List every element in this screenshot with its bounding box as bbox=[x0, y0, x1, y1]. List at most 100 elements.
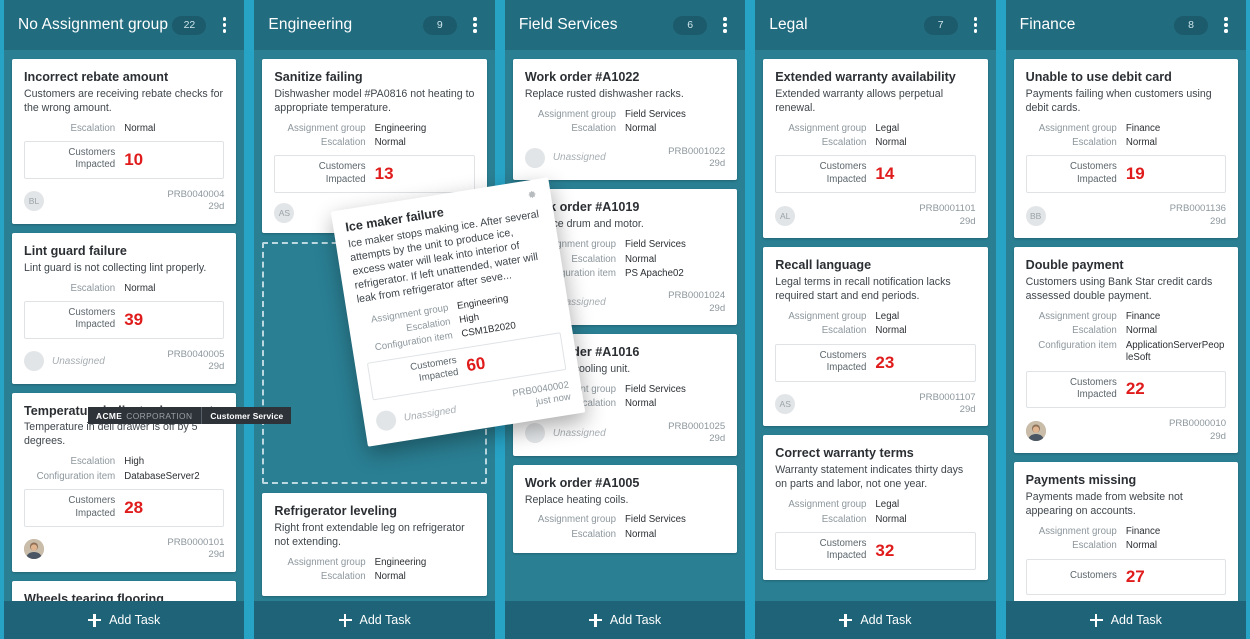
card-field-value: Normal bbox=[124, 122, 156, 134]
card-field-value: DatabaseServer2 bbox=[124, 470, 200, 482]
kebab-menu-icon[interactable] bbox=[968, 15, 984, 35]
card-description: Right front extendable leg on refrigerat… bbox=[274, 522, 465, 548]
card-field-value: Engineering bbox=[374, 122, 427, 134]
card-reference: PRB0001107 bbox=[919, 391, 976, 403]
card-meta: PRB0001025 29d bbox=[668, 421, 725, 446]
card-footer: BB PRB0001136 29d bbox=[1025, 203, 1226, 228]
customers-impacted-value: 19 bbox=[1125, 164, 1145, 184]
kanban-board: No Assignment group 22 Incorrect rebate am… bbox=[0, 0, 1250, 639]
task-card[interactable]: Recall language Legal terms in recall not… bbox=[763, 247, 988, 427]
add-task-button[interactable]: Add Task bbox=[4, 601, 245, 639]
card-field-label: Assignment group bbox=[788, 122, 867, 134]
avatar[interactable]: BL bbox=[24, 191, 44, 212]
add-task-button[interactable]: Add Task bbox=[254, 601, 495, 639]
card-fields: Assignment group Field Services Escalation… bbox=[525, 514, 725, 541]
customers-impacted-box: Customers Impacted 14 bbox=[775, 155, 976, 194]
customers-impacted-label: Customers Impacted bbox=[409, 354, 460, 385]
card-field-value: Normal bbox=[875, 325, 907, 337]
kebab-menu-icon[interactable] bbox=[467, 15, 483, 35]
avatar[interactable]: AS bbox=[775, 394, 796, 414]
card-field-row: Escalation Normal bbox=[24, 283, 224, 295]
add-task-button[interactable]: Add Task bbox=[504, 601, 746, 639]
avatar[interactable] bbox=[1025, 420, 1046, 441]
column-header[interactable]: Engineering 9 bbox=[254, 0, 495, 50]
assignee-label: Unassigned bbox=[552, 427, 606, 439]
card-age: 29d bbox=[1210, 430, 1227, 442]
card-field-label: Escalation bbox=[70, 456, 116, 468]
card-fields: Escalation Normal bbox=[24, 123, 224, 135]
column-count-badge: 7 bbox=[923, 15, 958, 35]
add-task-label: Add Task bbox=[860, 613, 912, 627]
gear-icon[interactable] bbox=[527, 189, 537, 199]
task-card[interactable]: Payments missing Payments made from websi… bbox=[1013, 462, 1239, 605]
column-header[interactable]: Field Services 6 bbox=[504, 0, 746, 50]
card-field-value: Normal bbox=[875, 137, 907, 149]
task-card[interactable]: Lint guard failure Lint guard is not coll… bbox=[12, 232, 237, 384]
card-description: Payments made from website not appearing… bbox=[1025, 491, 1183, 517]
column-header[interactable]: No Assignment group 22 bbox=[4, 0, 245, 50]
task-card[interactable]: Extended warranty availability Extended w… bbox=[763, 59, 988, 239]
avatar[interactable]: BB bbox=[1025, 205, 1046, 226]
plus-icon bbox=[88, 613, 102, 627]
task-card[interactable]: Refrigerator leveling Right front extenda… bbox=[262, 493, 487, 596]
column-header[interactable]: Legal 7 bbox=[755, 0, 996, 50]
card-footer: Unassigned PRB0001025 29d bbox=[524, 421, 725, 446]
card-field-value: Normal bbox=[1125, 325, 1158, 337]
customers-impacted-value: 32 bbox=[875, 540, 895, 560]
task-card[interactable]: Double payment Customers using Bank Star … bbox=[1013, 247, 1239, 454]
customers-impacted-value: 60 bbox=[465, 353, 487, 375]
plus-icon bbox=[1089, 613, 1103, 627]
avatar[interactable]: AS bbox=[274, 203, 295, 224]
add-task-button[interactable]: Add Task bbox=[1005, 601, 1247, 639]
card-meta: PRB0001107 29d bbox=[919, 392, 975, 417]
customers-impacted-label: Customers Impacted bbox=[819, 537, 867, 562]
avatar[interactable]: AL bbox=[775, 205, 796, 226]
card-age: 29d bbox=[959, 404, 976, 415]
card-field-row: Escalation Normal bbox=[1026, 540, 1226, 552]
card-field-value: Normal bbox=[625, 528, 657, 540]
board-column-legal: Legal 7 Extended warranty availability Exte… bbox=[755, 0, 996, 639]
card-field-row: Escalation Normal bbox=[274, 571, 474, 583]
card-fields: Escalation Normal bbox=[24, 283, 224, 295]
card-reference: PRB0040005 bbox=[167, 348, 225, 360]
customers-impacted-box: Customers Impacted 19 bbox=[1025, 155, 1227, 194]
kebab-menu-icon[interactable] bbox=[717, 15, 733, 35]
customers-impacted-value: 10 bbox=[124, 149, 144, 169]
task-card[interactable]: Work order #A1022 Replace rusted dishwash… bbox=[512, 59, 738, 181]
avatar[interactable] bbox=[24, 351, 44, 372]
card-field-label: Assignment group bbox=[287, 122, 366, 134]
card-fields: Assignment group Finance Escalation Normal C… bbox=[1026, 311, 1226, 365]
card-field-label: Escalation bbox=[320, 137, 366, 149]
customers-impacted-box: Customers Impacted 32 bbox=[775, 531, 976, 570]
card-title: Correct warranty terms bbox=[775, 446, 914, 461]
card-field-row: Escalation Normal bbox=[525, 529, 725, 541]
assignee-label: Unassigned bbox=[52, 355, 105, 367]
card-fields: Assignment group Engineering Escalation Nor… bbox=[274, 557, 474, 584]
kebab-menu-icon[interactable] bbox=[216, 15, 232, 35]
task-card[interactable]: Correct warranty terms Warranty statement… bbox=[763, 435, 988, 580]
card-age: 29d bbox=[709, 433, 726, 445]
column-header[interactable]: Finance 8 bbox=[1005, 0, 1247, 50]
card-description: Dishwasher model #PA0816 not heating to … bbox=[274, 87, 475, 114]
avatar[interactable] bbox=[524, 423, 545, 444]
card-description: Warranty statement indicates thirty days… bbox=[775, 464, 964, 491]
tooltip-section: Customer Service bbox=[201, 407, 291, 424]
tooltip-brand-sub: CORPORATION bbox=[126, 410, 193, 421]
card-field-value: Normal bbox=[625, 253, 657, 265]
card-field-value: Normal bbox=[1125, 137, 1158, 149]
tooltip-brand: ACME bbox=[96, 410, 123, 421]
kebab-menu-icon[interactable] bbox=[1218, 15, 1234, 35]
dragged-card-ice-maker-failure[interactable]: Ice maker failure Ice maker stops making… bbox=[330, 177, 586, 447]
assignee-label: Unassigned bbox=[552, 297, 606, 309]
add-task-button[interactable]: Add Task bbox=[755, 601, 996, 639]
card-footer: AL PRB0001101 29d bbox=[775, 203, 976, 228]
avatar[interactable] bbox=[24, 539, 44, 560]
avatar[interactable] bbox=[374, 409, 398, 433]
task-card[interactable]: Work order #A1005 Replace heating coils. A… bbox=[512, 464, 738, 554]
task-card[interactable]: Incorrect rebate amount Customers are rec… bbox=[12, 59, 237, 224]
card-field-row: Assignment group Field Services bbox=[525, 514, 725, 526]
task-card[interactable]: Unable to use debit card Payments failing… bbox=[1013, 59, 1239, 239]
customers-impacted-box: Customers Impacted 10 bbox=[24, 141, 225, 179]
card-field-row: Assignment group Legal bbox=[775, 123, 975, 135]
avatar[interactable] bbox=[524, 147, 545, 168]
